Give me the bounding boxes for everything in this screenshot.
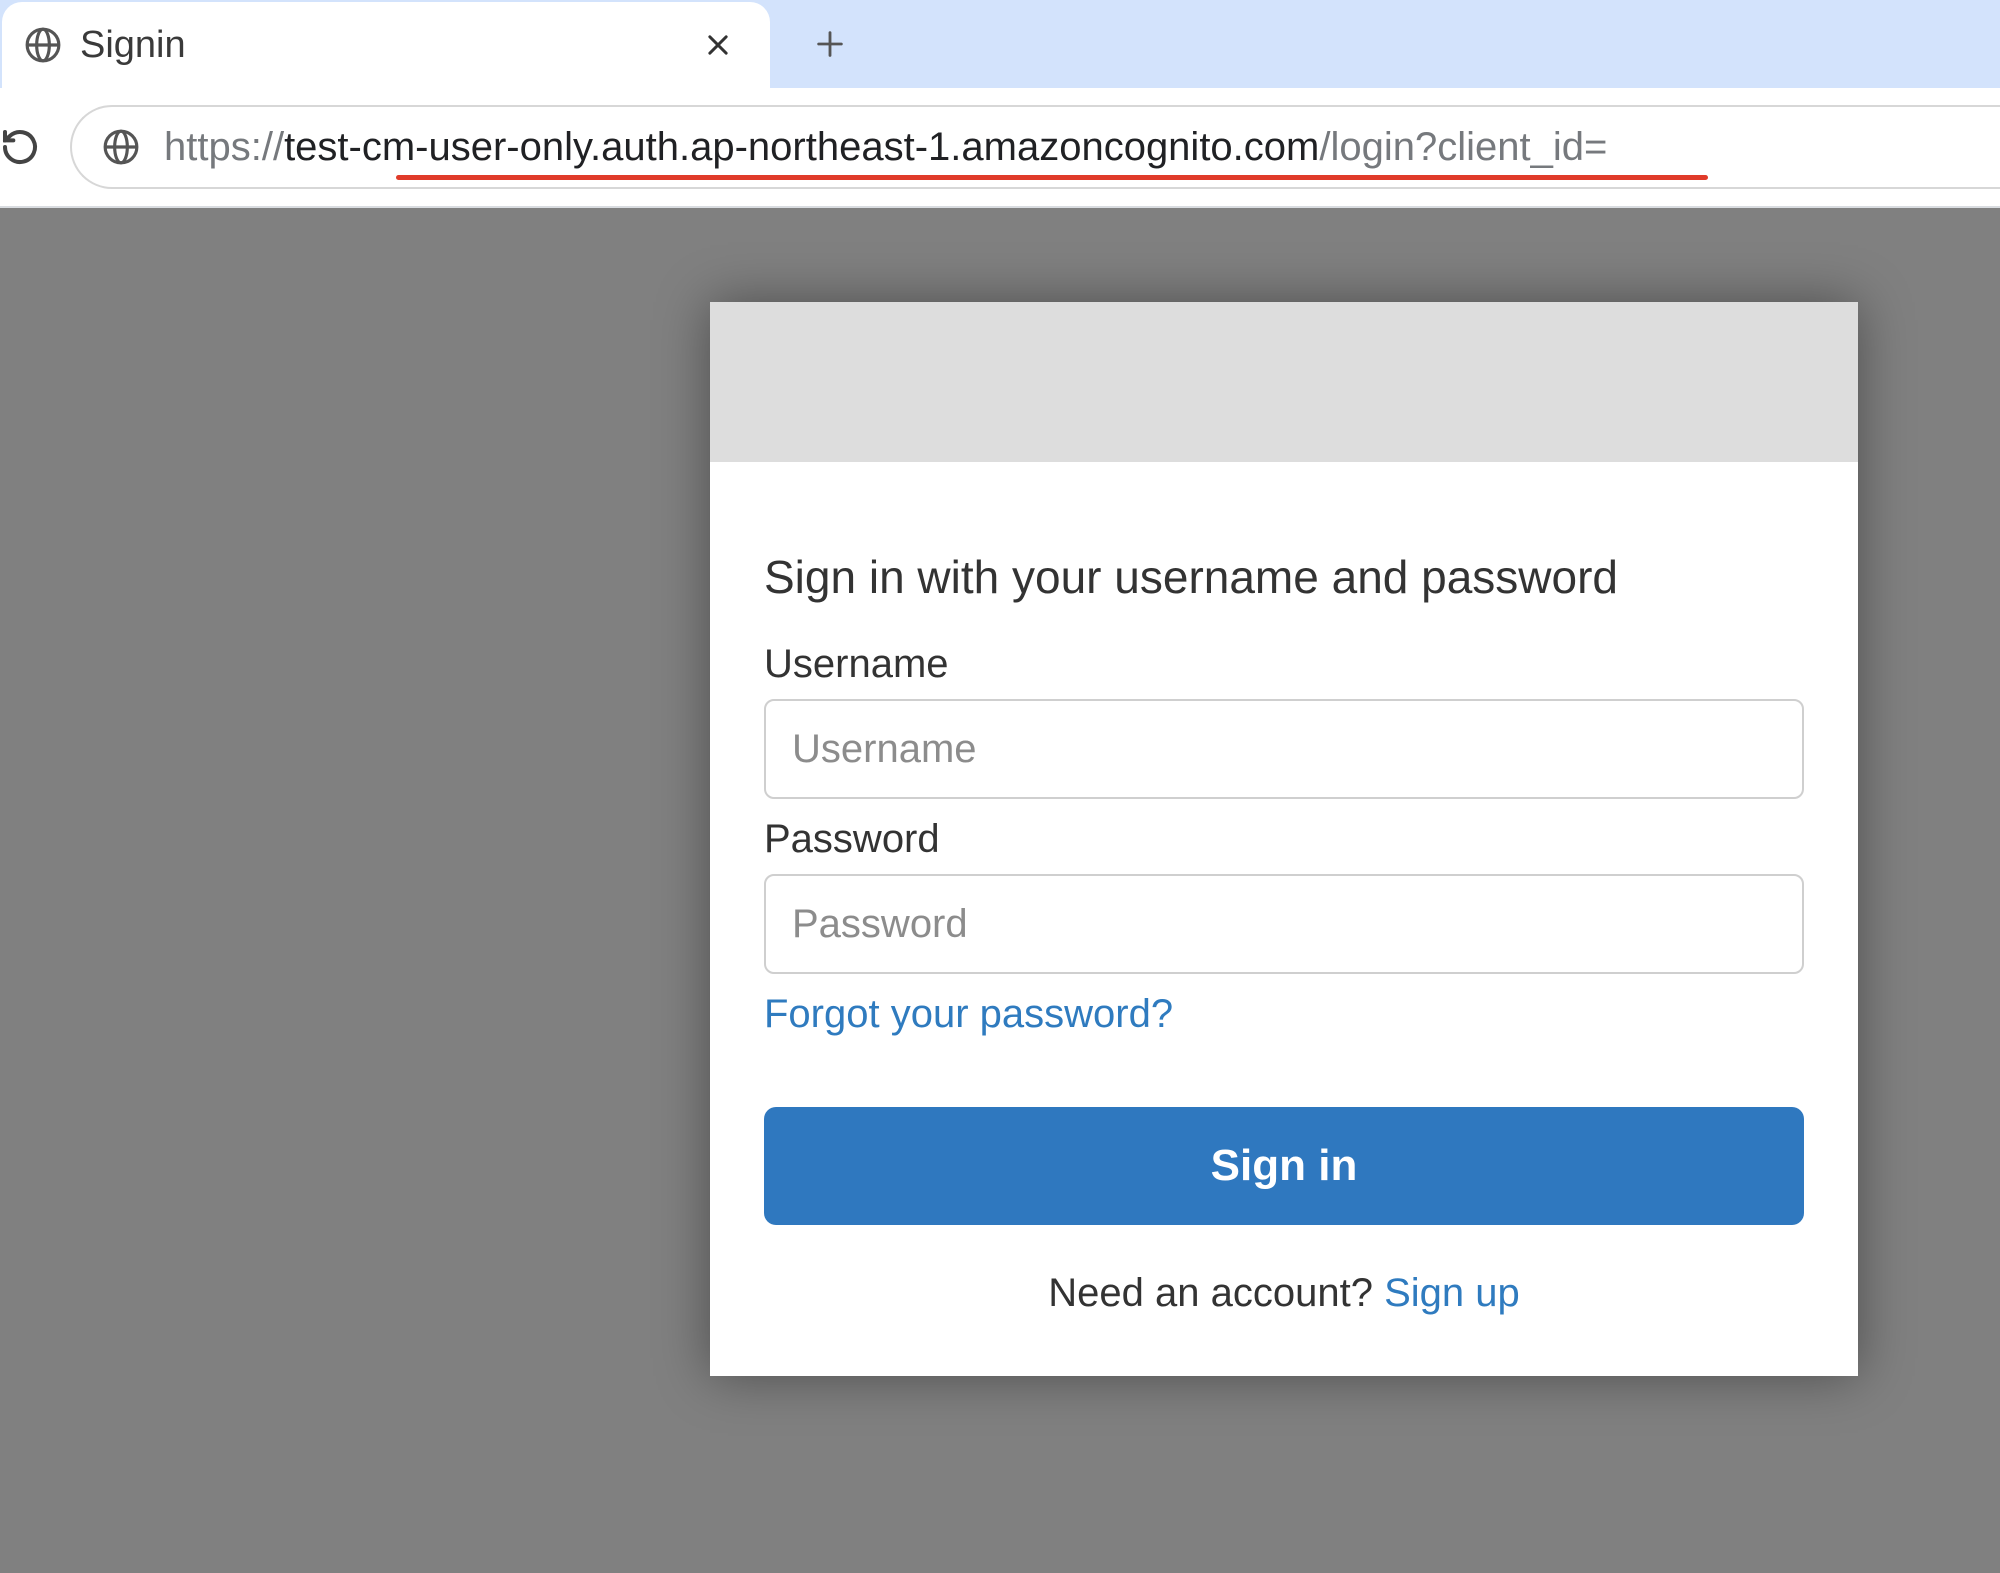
- forgot-password-link[interactable]: Forgot your password?: [764, 992, 1173, 1037]
- close-icon[interactable]: [696, 31, 740, 59]
- username-label: Username: [764, 642, 1804, 687]
- new-tab-button[interactable]: [800, 14, 860, 74]
- password-label: Password: [764, 817, 1804, 862]
- url-domain: test-cm-user-only.auth.ap-northeast-1.am…: [284, 125, 1319, 169]
- page-body: Sign in with your username and password …: [0, 208, 2000, 1573]
- url-scheme: https://: [164, 125, 284, 169]
- need-account-text: Need an account?: [1048, 1271, 1384, 1315]
- browser-chrome: Signin: [0, 0, 2000, 208]
- reload-button[interactable]: [0, 127, 50, 167]
- browser-toolbar: https://test-cm-user-only.auth.ap-northe…: [0, 88, 2000, 206]
- signup-prompt: Need an account? Sign up: [764, 1271, 1804, 1316]
- tab-strip: Signin: [0, 0, 2000, 88]
- globe-icon: [24, 26, 62, 64]
- address-bar[interactable]: https://test-cm-user-only.auth.ap-northe…: [70, 105, 2000, 189]
- url-path: /login?client_id=: [1319, 125, 1607, 169]
- signin-heading: Sign in with your username and password: [764, 550, 1804, 604]
- username-input[interactable]: [764, 699, 1804, 799]
- tab-title: Signin: [80, 24, 696, 67]
- url-highlight-annotation: [396, 175, 1708, 180]
- password-input[interactable]: [764, 874, 1804, 974]
- site-globe-icon: [102, 128, 140, 166]
- signin-button[interactable]: Sign in: [764, 1107, 1804, 1225]
- browser-tab[interactable]: Signin: [2, 2, 770, 88]
- card-banner: [710, 302, 1858, 462]
- signup-link[interactable]: Sign up: [1384, 1271, 1520, 1316]
- signin-card: Sign in with your username and password …: [710, 302, 1858, 1376]
- url-text: https://test-cm-user-only.auth.ap-northe…: [164, 125, 1607, 170]
